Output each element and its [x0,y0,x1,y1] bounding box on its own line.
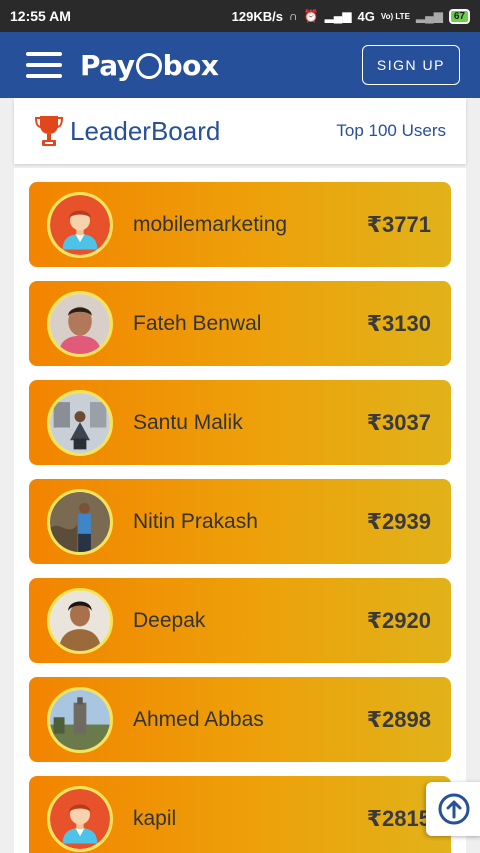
alarm-icon: ⏰ [303,9,319,23]
network-type: 4G [357,8,375,24]
arrow-up-circle-icon [438,793,470,825]
top-navbar: Pay box SIGN UP [0,32,480,98]
user-photo [50,491,110,552]
status-icons: 129KB/s ∩ ⏰ ▂▄▆ 4G Vo) LTE ▂▄▆ 67 [231,8,470,24]
avatar [47,587,113,654]
scroll-to-top-button[interactable] [426,782,480,836]
avatar [47,191,113,258]
volte-label: Vo) LTE [380,11,410,21]
leaderboard-row[interactable]: mobilemarketing ₹3771 [29,182,451,267]
user-photo [50,293,110,354]
user-amount: ₹3130 [366,310,431,336]
user-photo [50,590,110,651]
user-name: Nitin Prakash [133,509,258,533]
top-users-label[interactable]: Top 100 Users [336,121,446,141]
user-name: kapil [133,806,177,830]
status-bar: 12:55 AM 129KB/s ∩ ⏰ ▂▄▆ 4G Vo) LTE ▂▄▆ … [0,0,480,32]
user-amount: ₹2815 [366,805,431,831]
signal-icon: ▂▄▆ [324,9,352,23]
headphones-icon: ∩ [288,9,298,23]
user-name: Santu Malik [133,410,243,434]
user-amount: ₹2920 [366,607,431,633]
logo-mark-icon [135,53,162,79]
signal-icon-2: ▂▄▆ [415,9,443,23]
user-photo [50,392,110,453]
leaderboard-row[interactable]: Santu Malik ₹3037 [29,380,451,465]
avatar [47,785,113,852]
user-name: mobilemarketing [133,212,288,236]
user-name: Ahmed Abbas [133,707,264,731]
leaderboard-row[interactable]: Nitin Prakash ₹2939 [29,479,451,564]
leaderboard-row[interactable]: Ahmed Abbas ₹2898 [29,677,451,762]
leaderboard-header: LeaderBoard Top 100 Users [14,98,466,164]
logo-text-box: box [162,48,219,82]
user-amount: ₹3037 [366,409,431,435]
avatar [47,290,113,357]
avatar [47,389,113,456]
status-time: 12:55 AM [10,8,71,24]
user-cartoon-icon [50,194,110,255]
leaderboard-row[interactable]: Deepak ₹2920 [29,578,451,663]
avatar [47,686,113,753]
battery-icon: 67 [448,8,470,24]
leaderboard-list: mobilemarketing ₹3771 Fateh Benwal ₹3130 [14,168,466,853]
leaderboard-row[interactable]: kapil ₹2815 [29,776,451,853]
trophy-icon [34,116,64,146]
user-photo [50,689,110,750]
user-name: Deepak [133,608,206,632]
sign-up-button[interactable]: SIGN UP [361,45,460,85]
user-amount: ₹3771 [366,211,431,237]
network-speed: 129KB/s [231,8,283,24]
user-cartoon-icon [50,788,110,849]
leaderboard-row[interactable]: Fateh Benwal ₹3130 [29,281,451,366]
user-amount: ₹2939 [366,508,431,534]
app-logo[interactable]: Pay box [80,48,219,82]
leaderboard-title: LeaderBoard [70,115,221,146]
avatar [47,488,113,555]
hamburger-menu-icon[interactable] [26,52,62,78]
user-amount: ₹2898 [366,706,431,732]
user-name: Fateh Benwal [133,311,262,335]
logo-text-pay: Pay [80,48,135,82]
